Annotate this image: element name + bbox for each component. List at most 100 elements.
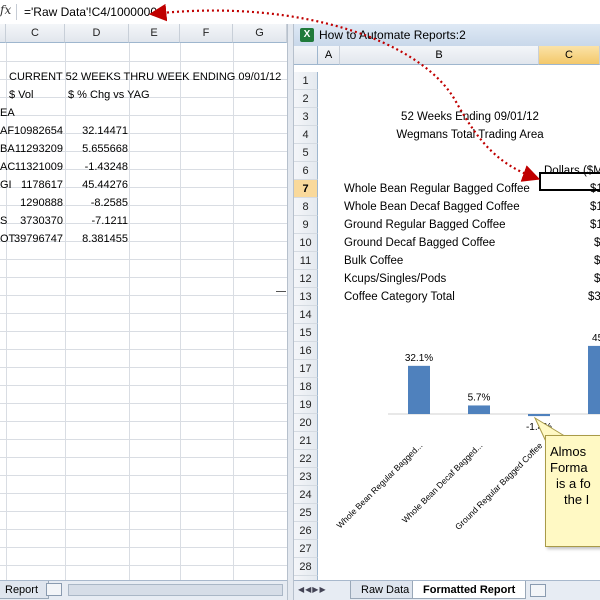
cell-vol[interactable]: 3730370 (6, 212, 63, 230)
cell-chg[interactable]: 45.44276 (65, 176, 128, 194)
subheader-vol[interactable]: $ Vol (9, 86, 33, 104)
row-number[interactable]: 21 (294, 432, 318, 450)
cell-fragment[interactable]: EA (0, 104, 15, 122)
row-number[interactable]: 26 (294, 522, 318, 540)
gridline (0, 277, 287, 278)
report-header-text[interactable]: CURRENT 52 WEEKS THRU WEEK ENDING 09/01/… (9, 68, 281, 86)
gridline (0, 493, 287, 494)
item-label[interactable]: Whole Bean Decaf Bagged Coffee (344, 198, 520, 216)
item-label[interactable]: Kcups/Singles/Pods (344, 270, 446, 288)
excel-icon: X (300, 28, 314, 42)
cell-chg[interactable]: -7.1211 (65, 212, 129, 230)
chart-bar[interactable] (408, 365, 430, 414)
tab-scroll-icon[interactable]: ◀◀▶▶ (298, 585, 327, 594)
item-label[interactable]: Ground Regular Bagged Coffee (344, 216, 506, 234)
row-number[interactable]: 20 (294, 414, 318, 432)
callout-line: Almos (550, 444, 587, 459)
insert-sheet-icon[interactable] (46, 583, 62, 596)
item-value[interactable]: $ (594, 252, 600, 270)
insert-sheet-icon[interactable] (530, 584, 546, 597)
cell-chg[interactable]: 8.381455 (65, 230, 128, 248)
item-label[interactable]: Ground Decaf Bagged Coffee (344, 234, 495, 252)
row-number[interactable]: 15 (294, 324, 318, 342)
chart-data-label: 32.1% (405, 353, 433, 364)
column-header-g[interactable]: G (233, 24, 287, 43)
callout-note: Almos Forma is a fo the I (545, 435, 600, 547)
row-number[interactable]: 18 (294, 378, 318, 396)
item-label[interactable]: Coffee Category Total (344, 288, 455, 306)
row-number[interactable]: 25 (294, 504, 318, 522)
gridline (0, 61, 287, 62)
row-number[interactable]: 7 (294, 180, 318, 198)
cell-vol[interactable]: 1178617 (6, 176, 63, 194)
chart-bar[interactable] (588, 345, 600, 414)
column-header-b[interactable]: B (340, 46, 539, 65)
row-number[interactable]: 16 (294, 342, 318, 360)
formula-bar: fx ='Raw Data'!C4/1000000 (0, 0, 600, 25)
subheader-chg[interactable]: $ % Chg vs YAG (68, 86, 150, 104)
row-number[interactable]: 22 (294, 450, 318, 468)
item-label[interactable]: Whole Bean Regular Bagged Coffee (344, 180, 530, 198)
gridline (0, 457, 287, 458)
report-subtitle[interactable]: Wegmans Total Trading Area (340, 126, 600, 144)
gridline (0, 385, 287, 386)
row-number[interactable]: 17 (294, 360, 318, 378)
row-number[interactable]: 11 (294, 252, 318, 270)
item-value[interactable]: $1 (590, 216, 600, 234)
row-number[interactable]: 6 (294, 162, 318, 180)
cell-chg[interactable]: -1.43248 (65, 158, 128, 176)
cell-chg[interactable]: -8.2585 (65, 194, 128, 212)
row-number[interactable]: 23 (294, 468, 318, 486)
gridline (0, 439, 287, 440)
horizontal-scrollbar[interactable] (68, 584, 283, 596)
cell-vol[interactable]: 11321009 (6, 158, 63, 176)
row-number[interactable]: 14 (294, 306, 318, 324)
column-header-c[interactable]: C (6, 24, 65, 43)
tab-raw-data[interactable]: Raw Data (350, 581, 421, 599)
row-number[interactable]: 13 (294, 288, 318, 306)
row-number[interactable]: 10 (294, 234, 318, 252)
select-all-corner[interactable] (294, 46, 318, 65)
cell-vol[interactable]: 11293209 (6, 140, 63, 158)
sheet-tab-bar: ◀◀▶▶ Raw Data Formatted Report (294, 580, 600, 600)
cell-chg[interactable]: 32.14471 (65, 122, 128, 140)
chart-bar[interactable] (468, 405, 490, 414)
cell-vol[interactable]: 39796747 (6, 230, 63, 248)
callout-line: is a fo (556, 476, 591, 491)
column-header-c[interactable]: C (539, 46, 600, 65)
formula-divider (16, 4, 17, 20)
column-header-a[interactable]: A (318, 46, 340, 65)
row-number[interactable]: 28 (294, 558, 318, 576)
row-number[interactable]: 2 (294, 90, 318, 108)
row-number[interactable]: 9 (294, 216, 318, 234)
row-number[interactable]: 8 (294, 198, 318, 216)
gridline (0, 115, 287, 116)
item-value[interactable]: $3 (588, 288, 600, 306)
cell-chg[interactable]: 5.655668 (65, 140, 128, 158)
row-number[interactable]: 3 (294, 108, 318, 126)
column-header-e[interactable]: E (129, 24, 180, 43)
column-header-f[interactable]: F (180, 24, 233, 43)
column-header-d[interactable]: D (65, 24, 129, 43)
item-label[interactable]: Bulk Coffee (344, 252, 403, 270)
tab-report[interactable]: Report (0, 581, 50, 599)
row-number[interactable]: 27 (294, 540, 318, 558)
row-number[interactable]: 4 (294, 126, 318, 144)
row-number[interactable]: 1 (294, 72, 318, 90)
row-number[interactable]: 19 (294, 396, 318, 414)
item-value[interactable]: $1 (590, 198, 600, 216)
selected-cell-c7[interactable] (539, 172, 600, 191)
row-number[interactable]: 5 (294, 144, 318, 162)
row-number[interactable]: 24 (294, 486, 318, 504)
item-value[interactable]: $ (594, 270, 600, 288)
item-value[interactable]: $ (594, 234, 600, 252)
window-splitter[interactable] (287, 24, 294, 600)
fx-icon[interactable]: fx (0, 3, 16, 19)
formula-input[interactable]: ='Raw Data'!C4/1000000 (24, 5, 157, 19)
cell-vol[interactable]: 1290888 (6, 194, 63, 212)
report-title[interactable]: 52 Weeks Ending 09/01/12 (340, 108, 600, 126)
tab-formatted-report[interactable]: Formatted Report (412, 581, 527, 599)
gridline (0, 421, 287, 422)
row-number[interactable]: 12 (294, 270, 318, 288)
cell-vol[interactable]: 10982654 (6, 122, 63, 140)
